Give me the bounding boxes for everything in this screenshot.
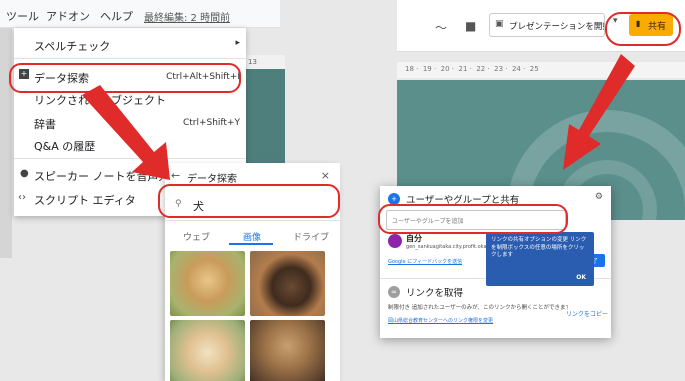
red-arrow-right — [563, 54, 635, 170]
red-arrow-left — [82, 85, 170, 180]
red-arrow-shape — [563, 54, 635, 170]
red-arrow-shape — [82, 85, 170, 180]
